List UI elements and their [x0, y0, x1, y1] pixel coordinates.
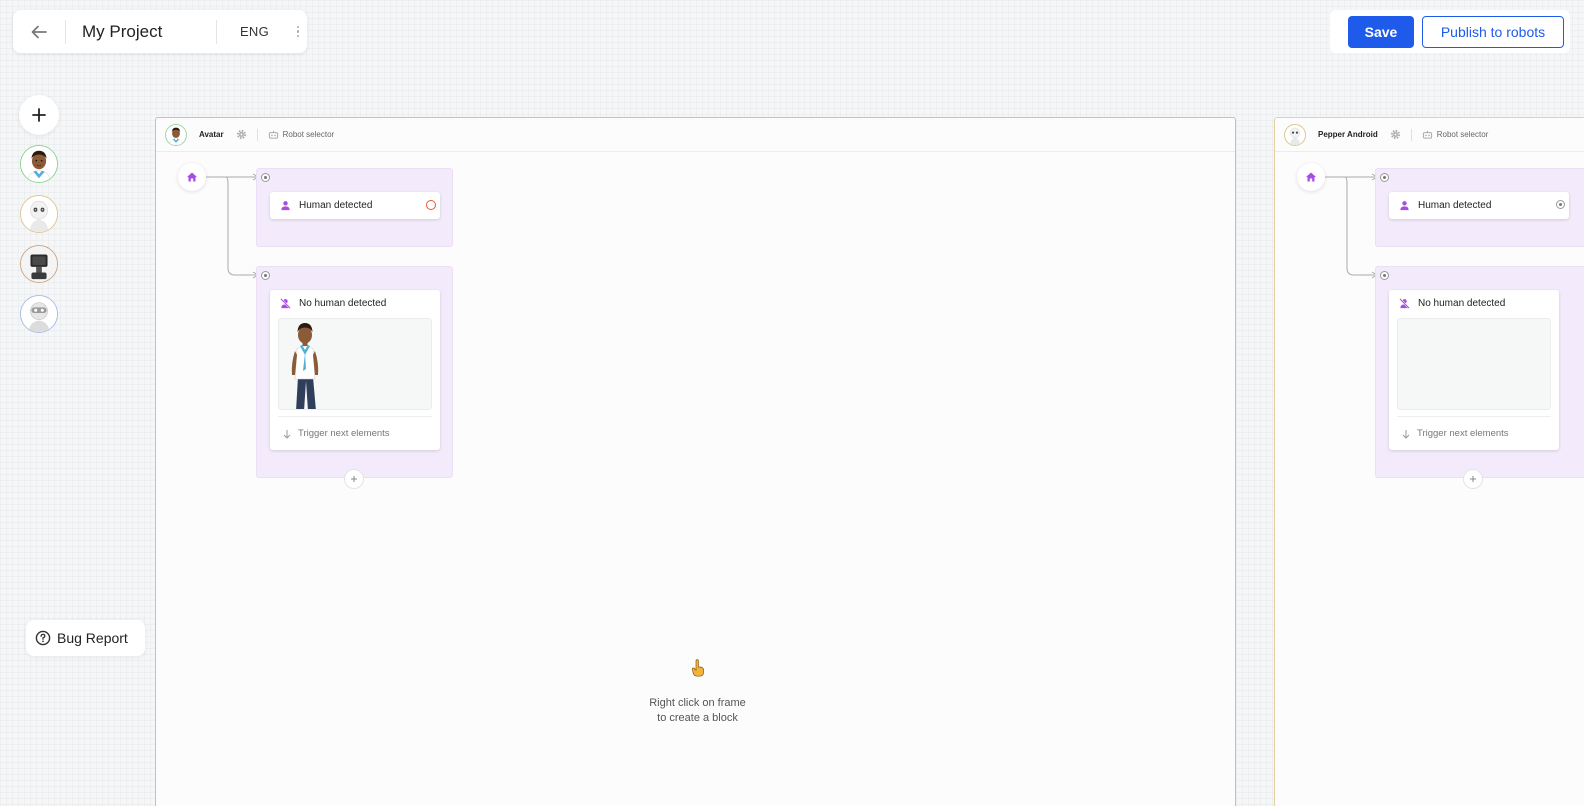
arrow-down-icon [1402, 429, 1410, 439]
bug-report-button[interactable]: Bug Report [26, 620, 145, 656]
block-lane[interactable]: No human detected Trigger next elements [1375, 266, 1584, 478]
plus-icon [351, 476, 357, 482]
home-icon [1306, 172, 1316, 182]
block-title: No human detected [1418, 297, 1506, 309]
robot-icon [1422, 130, 1432, 139]
avatar-character-image [21, 146, 57, 182]
block-card[interactable]: Human detected [1389, 192, 1569, 219]
robot-icon [268, 130, 278, 139]
pointing-up-hand-icon [691, 659, 705, 682]
divider [1410, 128, 1412, 141]
header-actions: Save Publish to robots [1330, 10, 1570, 53]
back-button[interactable] [13, 10, 65, 53]
plus-icon [1470, 476, 1476, 482]
robot-avatar-nao[interactable] [20, 295, 58, 333]
publish-to-robots-button[interactable]: Publish to robots [1422, 15, 1564, 48]
trigger-label: Trigger next elements [1417, 428, 1509, 439]
trigger-next-elements[interactable]: Trigger next elements [278, 416, 432, 450]
kiosk-robot-image [21, 246, 57, 282]
question-circle-icon [35, 630, 51, 646]
nao-robot-image [21, 296, 57, 332]
robot-frame-pepper-android[interactable]: Pepper Android Robot selector Human dete… [1274, 117, 1584, 806]
robot-avatar-avatar[interactable] [20, 145, 58, 183]
status-indicator [426, 200, 436, 210]
add-block-button[interactable] [344, 469, 364, 489]
block-title: No human detected [299, 297, 387, 309]
frame-robot-name: Pepper Android [1318, 130, 1378, 139]
hint-line-1: Right click on frame [649, 697, 746, 709]
frame-robot-avatar [1284, 123, 1306, 146]
robot-selector-label: Robot selector [1436, 130, 1489, 139]
robot-selector-label: Robot selector [282, 130, 335, 139]
avatar-character-image [291, 323, 319, 409]
gear-icon[interactable] [236, 129, 247, 140]
person-off-icon [1399, 297, 1410, 309]
project-title[interactable]: My Project [66, 22, 216, 42]
trigger-next-elements[interactable]: Trigger next elements [1397, 416, 1551, 450]
frame-header: Avatar Robot selector [156, 118, 1235, 152]
person-off-icon [280, 297, 291, 309]
block-card[interactable]: Human detected [270, 192, 440, 219]
frame-robot-name: Avatar [199, 130, 224, 139]
save-button[interactable]: Save [1348, 15, 1414, 48]
start-node[interactable] [1297, 163, 1325, 191]
arrow-left-icon [31, 25, 47, 38]
robot-selector[interactable]: Robot selector [268, 129, 335, 140]
input-port[interactable] [261, 271, 270, 280]
kebab-menu-icon[interactable] [292, 25, 304, 38]
home-icon [187, 172, 197, 182]
pepper-robot-image [1289, 127, 1301, 145]
bug-report-label: Bug Report [57, 630, 128, 646]
arrow-down-icon [283, 429, 291, 439]
gear-icon[interactable] [1390, 129, 1401, 140]
divider [256, 128, 258, 141]
add-block-button[interactable] [1463, 469, 1483, 489]
block-card[interactable]: No human detected Trigger next elements [1389, 290, 1559, 450]
block-lane[interactable]: Human detected [1375, 168, 1584, 247]
output-port[interactable] [1556, 200, 1565, 209]
start-node[interactable] [178, 163, 206, 191]
input-port[interactable] [1380, 173, 1389, 182]
input-port[interactable] [261, 173, 270, 182]
add-robot-button[interactable] [19, 95, 59, 135]
person-icon [281, 200, 290, 210]
robot-avatar-pepper[interactable] [20, 195, 58, 233]
block-title: Human detected [299, 199, 373, 211]
language-selector[interactable]: ENG [217, 24, 292, 39]
block-preview [278, 318, 432, 410]
block-lane[interactable]: Human detected [256, 168, 453, 247]
avatar-character-image [168, 127, 184, 145]
frame-header: Pepper Android Robot selector [1275, 118, 1584, 152]
robot-selector[interactable]: Robot selector [1422, 129, 1489, 140]
pepper-robot-image [21, 196, 57, 232]
person-icon [1400, 200, 1409, 210]
trigger-label: Trigger next elements [298, 428, 390, 439]
robot-avatar-kiosk[interactable] [20, 245, 58, 283]
robot-frame-avatar[interactable]: Avatar Robot selector Human detected No … [155, 117, 1236, 806]
block-preview [1397, 318, 1551, 410]
hint-line-2: to create a block [657, 712, 738, 724]
block-card[interactable]: No human detected Trigger next elements [270, 290, 440, 450]
empty-frame-hint: Right click on frame to create a block [626, 696, 769, 726]
frame-robot-avatar [165, 123, 187, 146]
project-header: My Project ENG [13, 10, 307, 53]
plus-icon [32, 108, 46, 122]
input-port[interactable] [1380, 271, 1389, 280]
block-lane[interactable]: No human detected Trigger next elements [256, 266, 453, 478]
block-title: Human detected [1418, 199, 1492, 211]
